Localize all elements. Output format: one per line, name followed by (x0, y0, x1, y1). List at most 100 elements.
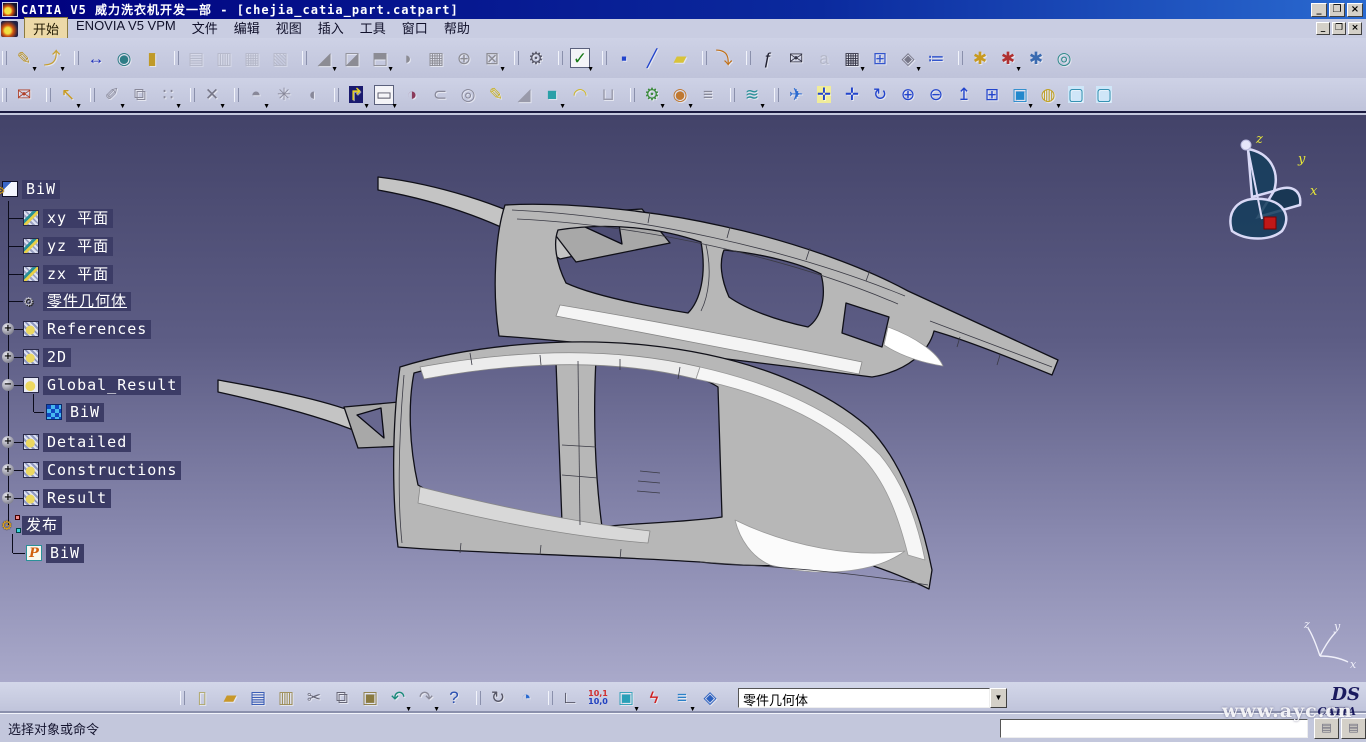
tree-expander-plus-icon[interactable]: + (2, 436, 14, 448)
tree-node-label[interactable]: Constructions (43, 461, 181, 480)
sketcher-icon[interactable]: ▭▼ (371, 82, 397, 108)
catalog-transfer-icon[interactable]: ⤵ (711, 45, 737, 71)
clamp-icon[interactable]: ⊔ (595, 82, 621, 108)
menu-item-3[interactable]: 文件 (184, 17, 226, 40)
instance-doc-icon[interactable]: ▥ (211, 45, 237, 71)
power-copy-icon[interactable]: ✱▼ (995, 45, 1021, 71)
rotate-icon[interactable]: ↻ (867, 82, 893, 108)
cut-icon[interactable]: ✂ (301, 685, 327, 711)
zoom-out-icon[interactable]: ⊖ (923, 82, 949, 108)
close-surface-icon[interactable]: ⬒▼ (367, 45, 393, 71)
relations-icon[interactable]: ⊞ (867, 45, 893, 71)
tree-expander-minus-icon[interactable]: − (2, 379, 14, 391)
menu-item-9[interactable]: 帮助 (436, 17, 478, 40)
tree-node-label[interactable]: xy 平面 (43, 209, 113, 228)
pan-icon[interactable]: ✛ (839, 82, 865, 108)
plane-icon[interactable]: ▰ (667, 45, 693, 71)
rib-tool-icon[interactable]: ◢ (511, 82, 537, 108)
comment-icon[interactable]: ✉ (783, 45, 809, 71)
part-body-icon[interactable]: ◑ (399, 82, 425, 108)
tree-row[interactable]: 发布 (2, 515, 62, 535)
edit-doc-icon[interactable]: ▧ (267, 45, 293, 71)
mail-icon[interactable]: ✉ (11, 82, 37, 108)
select-arrow-icon[interactable]: ↖▼ (55, 82, 81, 108)
undo-icon[interactable]: ↶▼ (385, 685, 411, 711)
trim-solid-icon[interactable]: ◪ (339, 45, 365, 71)
instantiate-icon[interactable]: ◎ (1051, 45, 1077, 71)
tree-row[interactable]: yz 平面 (23, 236, 113, 256)
exit-workbench-icon[interactable]: ↱▼ (343, 82, 369, 108)
command-input[interactable] (1000, 719, 1308, 738)
scan-icon[interactable]: ◉▼ (667, 82, 693, 108)
tree-row[interactable]: 2D (23, 347, 71, 367)
knowledge-pattern-icon[interactable]: ✱ (967, 45, 993, 71)
tree-node-label[interactable]: Global_Result (43, 376, 181, 395)
doc-restore-button[interactable]: ❐ (1332, 22, 1346, 35)
hole-tool-icon[interactable]: ◎ (455, 82, 481, 108)
doc-minimize-button[interactable]: _ (1316, 22, 1330, 35)
tree-row[interactable]: BiW (46, 402, 104, 422)
line-icon[interactable]: ╱ (639, 45, 665, 71)
tree-row[interactable]: BiW (2, 179, 60, 199)
iso-view-icon[interactable]: ▣▼ (1007, 82, 1033, 108)
combobox-dropdown-icon[interactable]: ▼ (990, 688, 1007, 708)
design-table-icon[interactable]: ▦▼ (839, 45, 865, 71)
pin-icon[interactable]: ✐▼ (99, 82, 125, 108)
tree-node-label[interactable]: BiW (22, 180, 60, 199)
doc-close-button[interactable]: × (1348, 22, 1362, 35)
layered-surfaces-icon[interactable]: ≋▼ (739, 82, 765, 108)
lock-icon[interactable]: ◈▼ (895, 45, 921, 71)
minimize-button[interactable]: _ (1311, 3, 1327, 17)
open-folder-icon[interactable]: ▰ (217, 685, 243, 711)
redo-icon[interactable]: ↷▼ (413, 685, 439, 711)
tree-row[interactable]: Constructions (23, 460, 181, 480)
grid-solid-icon[interactable]: ▦ (423, 45, 449, 71)
book-surface-icon[interactable]: ◈ (697, 685, 723, 711)
tree-expander-plus-icon[interactable]: + (2, 323, 14, 335)
bounding-box-icon[interactable]: ⊠▼ (479, 45, 505, 71)
enovia-new-icon[interactable]: ✎▼ (11, 45, 37, 71)
tree-node-label[interactable]: 2D (43, 348, 71, 367)
fly-mode-icon[interactable]: ✈ (783, 82, 809, 108)
menu-item-2[interactable]: ENOVIA V5 VPM (68, 17, 184, 40)
weight-icon[interactable]: ▮ (139, 45, 165, 71)
select-globe-icon[interactable]: ◔ (513, 685, 539, 711)
check-analysis-icon[interactable]: ✓▼ (567, 45, 593, 71)
whats-this-icon[interactable]: ? (441, 685, 467, 711)
tree-node-label[interactable]: BiW (66, 403, 104, 422)
3d-viewport[interactable]: BiWxy 平面yz 平面zx 平面零件几何体+References+2D−Gl… (0, 115, 1366, 682)
tree-row[interactable]: zx 平面 (23, 264, 113, 284)
settings-gear-icon[interactable]: ⚙ (523, 45, 549, 71)
sphere-mesh-icon[interactable]: ◓▼ (243, 82, 269, 108)
point-icon[interactable]: ▪ (611, 45, 637, 71)
tree-node-label[interactable]: 发布 (22, 516, 62, 535)
menu-item-6[interactable]: 插入 (310, 17, 352, 40)
print-icon[interactable]: ▥ (273, 685, 299, 711)
menu-item-1[interactable]: 开始 (24, 17, 68, 40)
paste-icon[interactable]: ▣ (357, 685, 383, 711)
tree-row[interactable]: Global_Result (23, 375, 181, 395)
close-button[interactable]: × (1347, 3, 1363, 17)
tree-row[interactable]: References (23, 319, 151, 339)
shell-tool-icon[interactable]: ◖ (299, 82, 325, 108)
surface-sketch-icon[interactable]: ✎ (483, 82, 509, 108)
spray-icon[interactable]: ✳ (271, 82, 297, 108)
user-feature-icon[interactable]: ✱ (1023, 45, 1049, 71)
tree-expander-plus-icon[interactable]: + (2, 351, 14, 363)
point-grid-icon[interactable]: ∷▼ (155, 82, 181, 108)
catalog-doc-icon[interactable]: ▤ (183, 45, 209, 71)
refresh-icon[interactable]: ↻ (485, 685, 511, 711)
menu-item-5[interactable]: 视图 (268, 17, 310, 40)
formula-icon[interactable]: ƒ (755, 45, 781, 71)
tree-node-label[interactable]: Detailed (43, 433, 131, 452)
target-axis-icon[interactable]: ⊕ (451, 45, 477, 71)
stack-list-icon[interactable]: ≡▼ (669, 685, 695, 711)
body-selector-combobox[interactable]: 零件几何体 ▼ (738, 688, 1007, 708)
sweep-icon[interactable]: ◠ (567, 82, 593, 108)
new-file-icon[interactable]: ▯ (189, 685, 215, 711)
sync-doc-icon[interactable]: ▦ (239, 45, 265, 71)
cylinder-tool-icon[interactable]: ⊂ (427, 82, 453, 108)
menu-item-4[interactable]: 编辑 (226, 17, 268, 40)
planes-pair-icon[interactable]: ⧉ (127, 82, 153, 108)
tree-filter-icon[interactable]: ≡ (695, 82, 721, 108)
